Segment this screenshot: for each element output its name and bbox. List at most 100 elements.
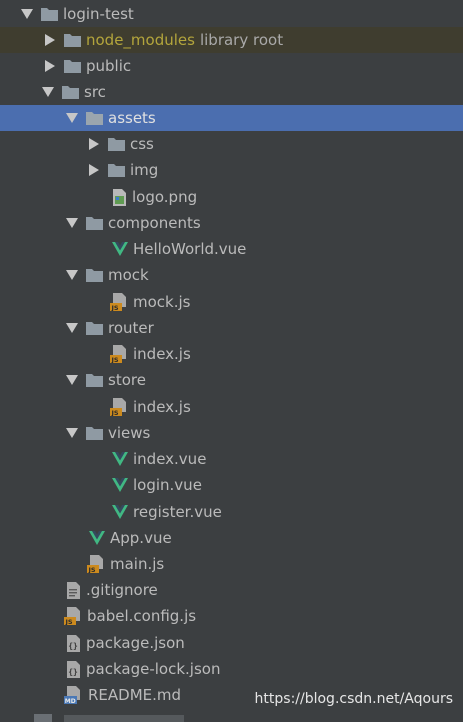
tree-item-label: components xyxy=(108,214,201,232)
tree-item-label: css xyxy=(130,135,154,153)
tree-item-label: register.vue xyxy=(133,503,222,521)
markdown-file-icon: MD xyxy=(64,686,83,704)
tree-item-label: README.md xyxy=(88,686,182,704)
tree-item-label: login-test xyxy=(63,5,134,23)
tree-item-label: package-lock.json xyxy=(86,660,221,678)
tree-item-logo-png[interactable]: logo.png xyxy=(0,184,463,210)
folder-icon xyxy=(108,137,125,151)
vue-icon xyxy=(112,505,128,519)
json-file-icon: {} xyxy=(66,634,81,652)
collapse-arrow-icon[interactable] xyxy=(21,9,33,19)
tree-item-label: src xyxy=(84,83,106,101)
tree-item-label: App.vue xyxy=(110,529,172,547)
svg-text:{}: {} xyxy=(68,641,78,650)
vue-icon xyxy=(89,531,105,545)
tree-item-label: login.vue xyxy=(133,476,202,494)
json-file-icon: {} xyxy=(66,660,81,678)
js-file-icon: JS xyxy=(64,607,82,625)
tree-item-label: node_modules xyxy=(86,31,195,49)
tree-item-babel-config-js[interactable]: JS babel.config.js xyxy=(0,603,463,629)
js-file-icon: JS xyxy=(87,555,105,573)
folder-icon xyxy=(64,59,81,73)
tree-item-label: mock xyxy=(108,266,149,284)
svg-text:JS: JS xyxy=(111,356,119,363)
tree-item-components[interactable]: components xyxy=(0,210,463,236)
collapse-arrow-icon[interactable] xyxy=(66,218,78,228)
tree-item-label: package.json xyxy=(86,634,185,652)
tree-item-app-vue[interactable]: App.vue xyxy=(0,525,463,551)
tree-item-label: mock.js xyxy=(133,293,191,311)
tree-item-label: views xyxy=(108,424,151,442)
tree-item-node-modules[interactable]: node_modules library root xyxy=(0,27,463,53)
tree-item-label: babel.config.js xyxy=(87,607,197,625)
tree-item-views[interactable]: views xyxy=(0,420,463,446)
svg-text:JS: JS xyxy=(88,566,96,573)
collapse-arrow-icon[interactable] xyxy=(66,270,78,280)
tree-item-label: img xyxy=(130,161,159,179)
svg-text:MD: MD xyxy=(65,698,76,704)
tree-item-img[interactable]: img xyxy=(0,157,463,183)
tree-item-mock[interactable]: mock xyxy=(0,262,463,288)
folder-icon xyxy=(86,216,103,230)
tree-item-gitignore[interactable]: .gitignore xyxy=(0,577,463,603)
tree-item-label: index.js xyxy=(133,345,191,363)
collapse-arrow-icon[interactable] xyxy=(66,113,78,123)
tree-item-label: .gitignore xyxy=(86,581,158,599)
tree-item-main-js[interactable]: JS main.js xyxy=(0,551,463,577)
tree-item-clipped xyxy=(0,712,463,722)
tree-item-label: HelloWorld.vue xyxy=(133,240,247,258)
folder-icon xyxy=(86,268,103,282)
tree-item-public[interactable]: public xyxy=(0,53,463,79)
expand-arrow-icon[interactable] xyxy=(89,138,99,150)
tree-item-label: index.js xyxy=(133,398,191,416)
tree-item-package-json[interactable]: {} package.json xyxy=(0,630,463,656)
expand-arrow-icon[interactable] xyxy=(45,34,55,46)
js-file-icon: JS xyxy=(110,398,128,416)
watermark-text: https://blog.csdn.net/Aqours xyxy=(254,691,453,707)
expand-arrow-icon[interactable] xyxy=(89,164,99,176)
js-file-icon: JS xyxy=(110,293,128,311)
folder-icon xyxy=(64,33,81,47)
collapse-arrow-icon[interactable] xyxy=(66,428,78,438)
collapse-arrow-icon[interactable] xyxy=(42,87,54,97)
folder-icon xyxy=(41,7,58,21)
tree-item-label: index.vue xyxy=(133,450,207,468)
vue-icon xyxy=(112,452,128,466)
tree-item-src[interactable]: src xyxy=(0,79,463,105)
text-file-icon xyxy=(66,581,81,599)
tree-item-label: store xyxy=(108,371,146,389)
svg-text:JS: JS xyxy=(111,409,119,416)
svg-text:JS: JS xyxy=(65,618,73,625)
collapse-arrow-icon[interactable] xyxy=(66,323,78,333)
tree-item-register-vue[interactable]: register.vue xyxy=(0,499,463,525)
folder-icon xyxy=(86,373,103,387)
tree-item-router[interactable]: router xyxy=(0,315,463,341)
tree-item-assets[interactable]: assets xyxy=(0,105,463,131)
tree-item-login-test[interactable]: login-test xyxy=(0,1,463,27)
collapse-arrow-icon[interactable] xyxy=(66,375,78,385)
tree-item-router-index-js[interactable]: JS index.js xyxy=(0,341,463,367)
tree-item-label: main.js xyxy=(110,555,165,573)
tree-item-label: assets xyxy=(108,109,156,127)
folder-icon xyxy=(108,163,125,177)
tree-item-mock-js[interactable]: JS mock.js xyxy=(0,289,463,315)
js-file-icon: JS xyxy=(110,345,128,363)
tree-item-store[interactable]: store xyxy=(0,367,463,393)
image-file-icon xyxy=(112,188,127,206)
vue-icon xyxy=(112,242,128,256)
vue-icon xyxy=(112,478,128,492)
tree-item-label: public xyxy=(86,57,132,75)
tree-item-css[interactable]: css xyxy=(0,131,463,157)
tree-item-index-vue[interactable]: index.vue xyxy=(0,446,463,472)
tree-item-package-lock-json[interactable]: {} package-lock.json xyxy=(0,656,463,682)
tree-item-label: router xyxy=(108,319,154,337)
folder-icon xyxy=(86,321,103,335)
svg-text:{}: {} xyxy=(68,667,78,676)
tree-item-helloworld-vue[interactable]: HelloWorld.vue xyxy=(0,236,463,262)
library-root-hint: library root xyxy=(199,31,284,49)
tree-item-store-index-js[interactable]: JS index.js xyxy=(0,394,463,420)
folder-icon xyxy=(86,111,103,125)
expand-arrow-icon[interactable] xyxy=(45,60,55,72)
folder-icon xyxy=(62,85,79,99)
tree-item-login-vue[interactable]: login.vue xyxy=(0,472,463,498)
